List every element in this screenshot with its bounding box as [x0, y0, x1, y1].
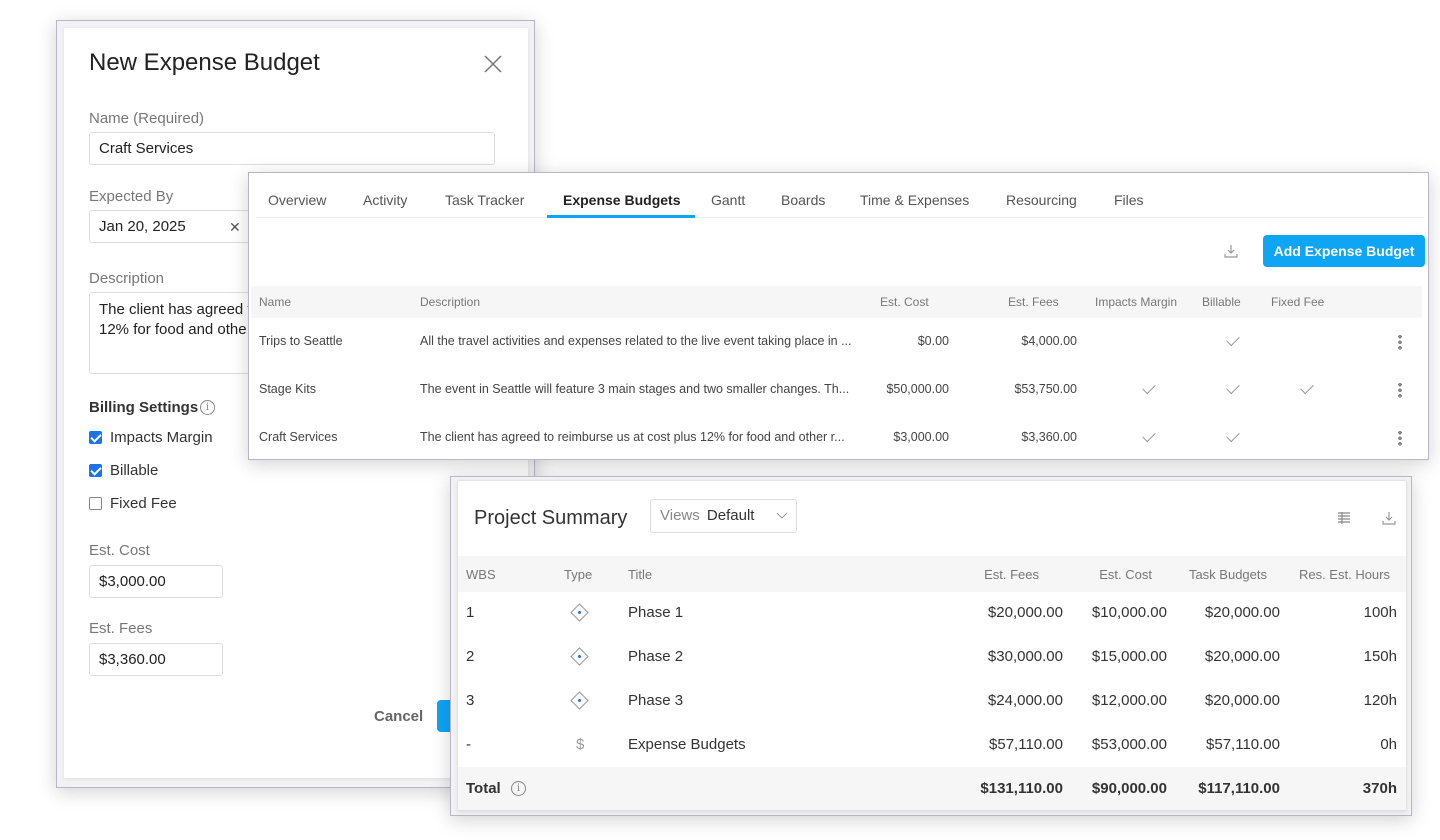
name-label: Name (Required) [89, 110, 205, 127]
row-hours: 0h [1380, 736, 1397, 753]
col-task-budgets: Task Budgets [1188, 567, 1267, 582]
more-options-icon[interactable] [1398, 430, 1402, 446]
tabs-divider [256, 217, 1424, 218]
tab-time-expenses[interactable]: Time & Expenses [860, 192, 969, 208]
col-wbs: WBS [466, 567, 496, 582]
summary-title: Project Summary [474, 507, 628, 529]
row-title: Phase 1 [628, 604, 684, 621]
tab-boards[interactable]: Boards [781, 192, 825, 208]
col-impacts-margin: Impacts Margin [1095, 295, 1178, 309]
col-description: Description [420, 295, 481, 309]
more-options-icon[interactable] [1398, 334, 1402, 350]
col-title: Title [628, 567, 653, 582]
row-fees: $53,750.00 [1014, 382, 1077, 396]
row-fees: $3,360.00 [1021, 430, 1077, 444]
col-est-cost: Est. Cost [1099, 567, 1152, 582]
info-icon[interactable]: i [200, 400, 215, 415]
fixed-fee-label: Fixed Fee [110, 495, 177, 512]
expected-by-label: Expected By [89, 188, 174, 205]
billable-label: Billable [110, 462, 159, 479]
impacts-margin-checkbox[interactable] [89, 431, 102, 444]
description-line-1: The client has agreed t [99, 301, 252, 318]
row-cost: $50,000.00 [886, 382, 949, 396]
close-icon[interactable] [483, 54, 503, 74]
active-tab-underline [547, 215, 695, 218]
col-est-fees: Est. Fees [984, 567, 1039, 582]
views-label: Views [660, 507, 700, 524]
col-fixed-fee: Fixed Fee [1271, 295, 1325, 309]
download-icon[interactable] [1224, 244, 1238, 258]
est-fees-label: Est. Fees [89, 620, 153, 637]
row-hours: 100h [1363, 604, 1397, 621]
tab-activity[interactable]: Activity [363, 192, 407, 208]
columns-icon[interactable] [1337, 511, 1351, 525]
col-type: Type [564, 567, 593, 582]
tab-task-tracker[interactable]: Task Tracker [445, 192, 524, 208]
description-textarea[interactable]: The client has agreed t 12% for food and… [89, 292, 259, 374]
row-fees: $4,000.00 [1021, 334, 1077, 348]
impacts-margin-label: Impacts Margin [110, 429, 213, 446]
views-dropdown[interactable]: Views Default [650, 499, 797, 533]
total-task-budgets: $117,110.00 [1198, 780, 1280, 797]
row-name: Craft Services [259, 430, 338, 444]
row-description: The event in Seattle will feature 3 main… [420, 382, 850, 396]
billable-checkbox[interactable] [89, 464, 102, 477]
row-cost: $3,000.00 [893, 430, 949, 444]
est-cost-label: Est. Cost [89, 542, 150, 559]
modal-title: New Expense Budget [89, 49, 320, 76]
tab-files[interactable]: Files [1114, 192, 1144, 208]
cancel-button[interactable]: Cancel [374, 708, 423, 725]
row-task-budgets: $20,000.00 [1204, 604, 1280, 621]
row-hours: 120h [1363, 692, 1397, 709]
chevron-down-icon [776, 512, 788, 519]
description-line-2: 12% for food and othe [99, 321, 247, 338]
est-fees-input[interactable]: $3,360.00 [89, 643, 223, 676]
row-name: Stage Kits [259, 382, 316, 396]
row-wbs: 1 [466, 604, 475, 621]
row-hours: 150h [1363, 648, 1397, 665]
total-label: Total [466, 780, 501, 797]
total-hours: 370h [1362, 780, 1397, 797]
row-description: The client has agreed to reimburse us at… [420, 430, 845, 444]
fixed-fee-checkbox[interactable] [89, 497, 102, 510]
col-est-cost: Est. Cost [880, 295, 929, 309]
row-task-budgets: $20,000.00 [1204, 692, 1280, 709]
tab-expense-budgets[interactable]: Expense Budgets [563, 192, 680, 208]
more-options-icon[interactable] [1398, 382, 1402, 398]
row-task-budgets: $20,000.00 [1204, 648, 1280, 665]
download-icon[interactable] [1382, 511, 1396, 525]
row-task-budgets: $57,110.00 [1206, 736, 1280, 753]
est-cost-input[interactable]: $3,000.00 [89, 565, 223, 598]
info-icon[interactable]: i [511, 781, 526, 796]
billing-settings-heading: Billing Settings [89, 399, 199, 416]
description-label: Description [89, 270, 165, 287]
tab-resourcing[interactable]: Resourcing [1006, 192, 1077, 208]
row-title: Expense Budgets [628, 736, 746, 753]
tab-gantt[interactable]: Gantt [711, 192, 745, 208]
row-description: All the travel activities and expenses r… [420, 334, 852, 348]
row-cost: $0.00 [917, 334, 949, 348]
clear-date-icon[interactable]: ✕ [229, 219, 241, 236]
row-name: Trips to Seattle [259, 334, 343, 348]
dollar-icon: $ [576, 736, 585, 753]
name-input[interactable]: Craft Services [89, 132, 495, 165]
col-est-fees: Est. Fees [1008, 295, 1059, 309]
add-expense-budget-button[interactable]: Add Expense Budget [1263, 235, 1425, 267]
row-wbs: 2 [466, 648, 475, 665]
col-res-est-hours: Res. Est. Hours [1298, 567, 1390, 582]
views-value: Default [706, 507, 755, 524]
row-title: Phase 2 [628, 648, 684, 665]
row-wbs: 3 [466, 692, 475, 709]
col-billable: Billable [1202, 295, 1241, 309]
tab-overview[interactable]: Overview [268, 192, 326, 208]
col-name: Name [259, 295, 292, 309]
row-wbs: - [466, 736, 471, 753]
row-title: Phase 3 [628, 692, 684, 709]
